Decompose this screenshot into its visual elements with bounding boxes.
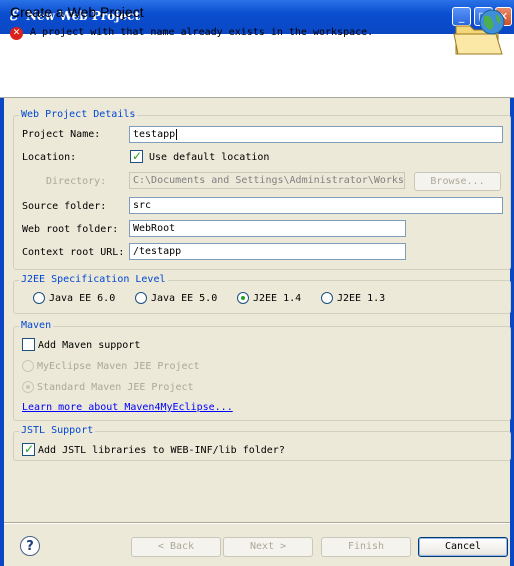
add-jstl-label: Add JSTL libraries to WEB-INF/lib folder… bbox=[38, 445, 285, 456]
add-maven-support-checkbox[interactable] bbox=[22, 338, 35, 351]
back-button[interactable]: < Back bbox=[131, 537, 221, 557]
radio-j2ee-1-3[interactable] bbox=[321, 292, 333, 304]
radio-j2ee-1-4-label: J2EE 1.4 bbox=[253, 293, 302, 304]
jstl-support-label: JSTL Support bbox=[19, 425, 96, 436]
radio-myeclipse-maven-jee[interactable] bbox=[22, 360, 34, 372]
radio-java-ee-5[interactable] bbox=[135, 292, 147, 304]
source-folder-input[interactable]: src bbox=[129, 197, 503, 214]
radio-java-ee-5-label: Java EE 5.0 bbox=[151, 293, 218, 304]
radio-myeclipse-maven-jee-label: MyEclipse Maven JEE Project bbox=[37, 361, 200, 372]
location-label: Location: bbox=[22, 152, 77, 163]
error-message: A project with that name already exists … bbox=[30, 27, 374, 38]
source-folder-label: Source folder: bbox=[22, 201, 107, 212]
web-root-folder-input[interactable]: WebRoot bbox=[129, 220, 406, 237]
context-root-url-input[interactable]: /testapp bbox=[129, 243, 406, 260]
radio-standard-maven-jee-label: Standard Maven JEE Project bbox=[37, 382, 194, 393]
footer-separator bbox=[4, 522, 510, 524]
maven-group-label: Maven bbox=[19, 320, 54, 331]
project-name-value: testapp bbox=[133, 129, 176, 140]
radio-j2ee-1-3-label: J2EE 1.3 bbox=[337, 293, 386, 304]
project-name-label: Project Name: bbox=[22, 129, 101, 140]
browse-button[interactable]: Browse... bbox=[414, 172, 501, 191]
folder-globe-icon bbox=[453, 9, 505, 55]
directory-input[interactable]: C:\Documents and Settings\Administrator\… bbox=[129, 172, 405, 189]
j2ee-spec-label: J2EE Specification Level bbox=[19, 274, 168, 285]
cancel-button[interactable]: Cancel bbox=[418, 537, 508, 557]
radio-j2ee-1-4[interactable] bbox=[237, 292, 249, 304]
radio-java-ee-6[interactable] bbox=[33, 292, 45, 304]
context-root-url-label: Context root URL: bbox=[22, 247, 125, 258]
directory-label: Directory: bbox=[46, 176, 107, 187]
project-name-input[interactable]: testapp bbox=[129, 126, 503, 143]
page-title: Create a Web Project bbox=[10, 4, 144, 20]
web-project-details-label: Web Project Details bbox=[19, 109, 138, 120]
error-icon: ✕ bbox=[10, 27, 23, 40]
add-maven-support-label: Add Maven support bbox=[38, 340, 141, 351]
help-icon[interactable]: ? bbox=[20, 536, 40, 556]
radio-standard-maven-jee[interactable] bbox=[22, 381, 34, 393]
radio-java-ee-6-label: Java EE 6.0 bbox=[49, 293, 116, 304]
next-button[interactable]: Next > bbox=[223, 537, 313, 557]
finish-button[interactable]: Finish bbox=[321, 537, 411, 557]
web-root-folder-label: Web root folder: bbox=[22, 224, 119, 235]
use-default-location-checkbox[interactable] bbox=[130, 149, 143, 163]
wizard-header bbox=[0, 34, 514, 98]
use-default-location-label: Use default location bbox=[149, 152, 270, 163]
window-frame-left bbox=[0, 34, 4, 566]
add-jstl-checkbox[interactable] bbox=[22, 442, 35, 456]
learn-more-maven-link[interactable]: Learn more about Maven4MyEclipse... bbox=[22, 402, 233, 413]
